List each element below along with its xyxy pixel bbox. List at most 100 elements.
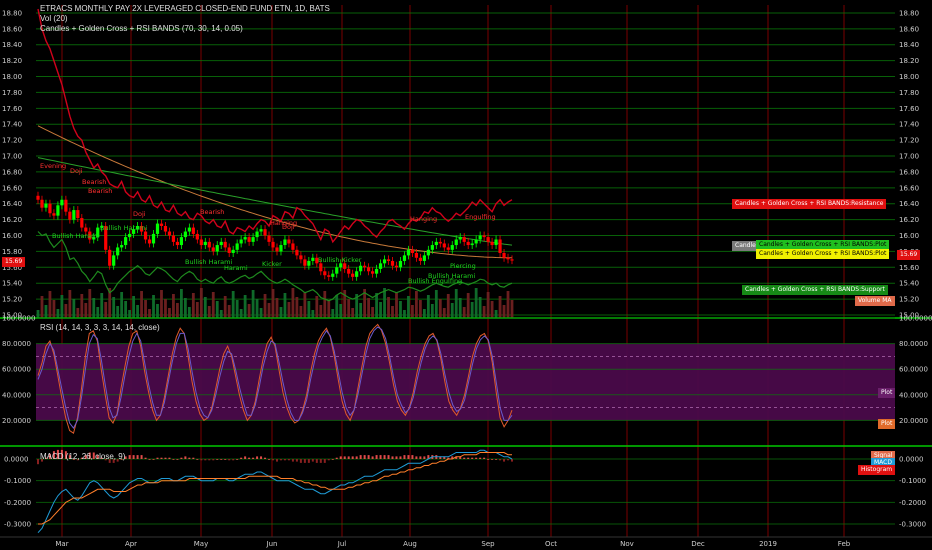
macd-histogram-bar: [499, 459, 502, 461]
candle-body: [307, 260, 311, 266]
volume-bar: [136, 305, 139, 318]
volume-bar: [415, 291, 418, 318]
volume-bar: [267, 303, 271, 318]
candle-body: [474, 239, 478, 244]
candle-body: [494, 239, 498, 246]
candle-body: [394, 265, 399, 268]
chart-canvas[interactable]: Mar Apr May Jun Jul Aug Sep Oct Nov Dec 2019 Feb 18.…: [0, 0, 932, 550]
candle-body: [370, 271, 375, 274]
macd-histogram-bar: [160, 457, 163, 459]
macd-histogram-bar: [371, 456, 374, 459]
rsi-pane-title: RSI (14, 14, 3, 3, 3, 14, 14, close): [40, 323, 160, 332]
volume-bar: [120, 292, 124, 318]
candle-body: [434, 241, 438, 246]
candle-body: [335, 267, 339, 274]
volume-bar: [426, 295, 430, 318]
volume-bar: [490, 301, 494, 318]
volume-bar: [104, 302, 108, 318]
macd-tick-label: 0.0000: [899, 456, 924, 464]
macd-histogram-bar: [136, 455, 139, 459]
macd-histogram-bar: [491, 459, 494, 460]
volume-bar: [430, 304, 434, 318]
volume-bar: [462, 307, 466, 318]
candle-body: [275, 247, 279, 252]
volume-bar: [474, 288, 478, 318]
x-tick-label: Aug: [403, 540, 417, 548]
price-tick-label: 15.20: [899, 296, 919, 304]
macd-histogram-bar: [152, 459, 155, 460]
volume-bar: [160, 290, 163, 318]
price-tick-label-left: 18.00: [2, 73, 22, 81]
price-tick-label-left: 17.20: [2, 137, 22, 145]
bearish-pattern-label: Doji: [133, 210, 146, 218]
volume-bar: [255, 299, 259, 318]
candle-body: [478, 235, 482, 240]
macd-histogram-bar: [323, 459, 326, 463]
candle-body: [343, 263, 347, 269]
candle-body: [108, 249, 112, 266]
candle-body: [410, 249, 415, 253]
rsi-plot-tag-1: Plot: [878, 388, 896, 398]
volume-bar: [227, 305, 231, 318]
volume-bar: [458, 298, 462, 318]
volume-bar: [187, 307, 191, 318]
volume-bar: [335, 295, 339, 318]
volume-bar: [271, 289, 275, 318]
volume-bar: [307, 301, 311, 318]
volume-bar: [183, 298, 187, 318]
price-tick-label: 17.40: [899, 121, 919, 129]
macd-histogram-bar: [264, 457, 267, 459]
candle-body: [179, 237, 183, 246]
price-tick-label: 16.80: [899, 168, 919, 176]
volume-bar: [327, 300, 331, 318]
candle-body: [450, 245, 454, 250]
price-tick-label-left: 17.00: [2, 153, 22, 161]
candle-body: [323, 271, 327, 276]
macd-histogram-bar: [144, 457, 147, 459]
candle-body: [295, 249, 299, 256]
rsi-tick-label-left: 60.0000: [2, 366, 31, 374]
bearish-pattern-label: Hanging: [410, 215, 437, 223]
volume-bar: [470, 302, 474, 318]
candle-body: [247, 237, 251, 242]
candle-body: [327, 275, 331, 277]
macd-histogram-bar: [212, 459, 215, 461]
candle-body: [446, 247, 450, 250]
macd-histogram-bar: [260, 456, 263, 459]
candle-body: [426, 249, 430, 256]
candle-body: [402, 255, 407, 261]
x-tick-label: May: [194, 540, 208, 548]
macd-histogram-bar: [391, 456, 394, 459]
macd-histogram-bar: [379, 455, 382, 459]
volume-bar: [411, 305, 414, 318]
candle-price-tag: Candle: [732, 241, 759, 251]
volume-bar: [219, 310, 223, 318]
macd-histogram-bar: [343, 456, 346, 459]
price-tick-label-left: 16.00: [2, 232, 22, 240]
macd-histogram-bar: [307, 459, 310, 463]
macd-histogram-bar: [275, 459, 278, 462]
volume-bar: [207, 306, 211, 318]
macd-histogram-bar: [483, 457, 486, 459]
macd-histogram-bar: [383, 455, 386, 459]
x-tick-label: Feb: [838, 540, 851, 548]
macd-histogram-bar: [495, 459, 498, 460]
volume-bar: [96, 307, 100, 318]
price-tick-label-left: 16.60: [2, 184, 22, 192]
candle-body: [171, 235, 176, 242]
candle-body: [331, 273, 335, 277]
volume-bar: [315, 296, 319, 318]
candle-body: [211, 247, 215, 252]
candle-body: [382, 259, 387, 264]
macd-histogram-bar: [283, 459, 286, 461]
macd-histogram-bar: [423, 456, 426, 459]
bearish-pattern-label: Evening: [40, 162, 66, 170]
last-price-right-tag: 15.69: [897, 250, 921, 260]
candle-body: [128, 233, 132, 238]
candle-body: [502, 253, 506, 258]
candle-body: [470, 243, 474, 246]
macd-histogram-bar: [188, 457, 191, 459]
price-tick-label-left: 17.80: [2, 89, 22, 97]
candle-body: [195, 233, 199, 240]
price-tick-label-left: 17.40: [2, 121, 22, 129]
